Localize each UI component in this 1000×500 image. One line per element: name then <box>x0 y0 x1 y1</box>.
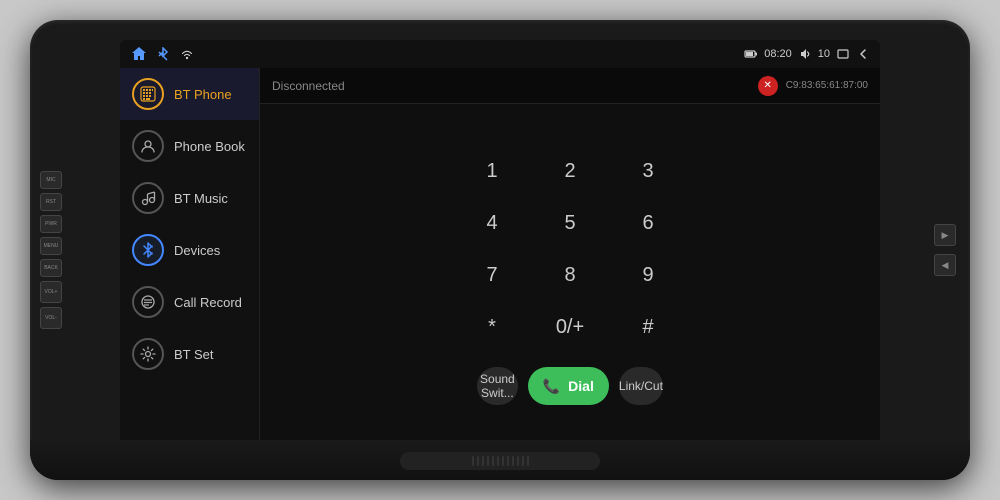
bt-phone-icon <box>132 78 164 110</box>
main-screen: 08:20 10 <box>120 40 880 460</box>
phone-book-label: Phone Book <box>174 139 245 154</box>
phone-book-icon <box>132 130 164 162</box>
call-record-label: Call Record <box>174 295 242 310</box>
vol-up-button[interactable]: VOL+ <box>40 281 62 303</box>
right-btn-1[interactable]: ▶ <box>934 224 956 246</box>
car-unit: MIC RST PWR MENU BACK VOL+ VOL- <box>30 20 970 480</box>
key-hash[interactable]: # <box>613 305 683 349</box>
car-bottom-decoration <box>30 440 970 480</box>
devices-icon <box>132 234 164 266</box>
volume-icon <box>798 47 812 61</box>
devices-label: Devices <box>174 243 220 258</box>
side-buttons-left: MIC RST PWR MENU BACK VOL+ VOL- <box>40 171 62 329</box>
key-6[interactable]: 6 <box>613 201 683 245</box>
bluetooth-status-icon <box>154 45 172 63</box>
time-display: 08:20 <box>764 48 792 60</box>
key-3[interactable]: 3 <box>613 149 683 193</box>
mic-button[interactable]: MIC <box>40 171 62 189</box>
key-star[interactable]: * <box>457 305 527 349</box>
sidebar-item-bt-phone[interactable]: BT Phone <box>120 68 259 120</box>
bt-music-icon <box>132 182 164 214</box>
dial-button[interactable]: 📞 Dial <box>528 367 609 405</box>
header-right: ✕ C9:83:65:61:87:00 <box>758 76 868 96</box>
key-8[interactable]: 8 <box>535 253 605 297</box>
side-right-buttons: ▶ ◀ <box>934 224 956 276</box>
home-icon[interactable] <box>130 45 148 63</box>
bt-set-label: BT Set <box>174 347 214 362</box>
connection-status: Disconnected <box>272 79 345 93</box>
status-right: 08:20 10 <box>744 47 870 61</box>
car-vent <box>400 452 600 470</box>
phone-dial-icon: 📞 <box>543 378 560 395</box>
header-bar: Disconnected ✕ C9:83:65:61:87:00 <box>260 68 880 104</box>
window-icon <box>836 47 850 61</box>
bt-set-icon <box>132 338 164 370</box>
back-button[interactable]: BACK <box>40 259 62 277</box>
sidebar-item-phone-book[interactable]: Phone Book <box>120 120 259 172</box>
pwr-button[interactable]: PWR <box>40 215 62 233</box>
numpad-area: 1 2 3 4 5 6 7 8 9 * 0/+ # <box>260 104 880 460</box>
key-9[interactable]: 9 <box>613 253 683 297</box>
sidebar-item-devices[interactable]: Devices <box>120 224 259 276</box>
sidebar-item-bt-set[interactable]: BT Set <box>120 328 259 380</box>
wifi-icon <box>178 45 196 63</box>
back-nav-icon[interactable] <box>856 47 870 61</box>
vol-down-button[interactable]: VOL- <box>40 307 62 329</box>
menu-button[interactable]: MENU <box>40 237 62 255</box>
battery-icon <box>744 47 758 61</box>
right-panel: Disconnected ✕ C9:83:65:61:87:00 1 2 3 4… <box>260 68 880 460</box>
key-7[interactable]: 7 <box>457 253 527 297</box>
right-btn-2[interactable]: ◀ <box>934 254 956 276</box>
volume-level: 10 <box>818 48 830 60</box>
bt-music-label: BT Music <box>174 191 228 206</box>
call-record-icon <box>132 286 164 318</box>
bottom-buttons: Sound Swit... 📞 Dial Link/Cut <box>465 361 675 415</box>
main-content: BT Phone Phone Book <box>120 68 880 460</box>
numpad-grid: 1 2 3 4 5 6 7 8 9 * 0/+ # <box>457 149 683 349</box>
device-id: C9:83:65:61:87:00 <box>786 80 868 91</box>
status-bar: 08:20 10 <box>120 40 880 68</box>
key-1[interactable]: 1 <box>457 149 527 193</box>
key-4[interactable]: 4 <box>457 201 527 245</box>
sidebar: BT Phone Phone Book <box>120 68 260 460</box>
status-left <box>130 45 196 63</box>
key-5[interactable]: 5 <box>535 201 605 245</box>
bt-phone-label: BT Phone <box>174 87 232 102</box>
rst-button[interactable]: RST <box>40 193 62 211</box>
close-button[interactable]: ✕ <box>758 76 778 96</box>
sidebar-item-call-record[interactable]: Call Record <box>120 276 259 328</box>
sound-switch-button[interactable]: Sound Swit... <box>477 367 518 405</box>
key-0-plus[interactable]: 0/+ <box>535 305 605 349</box>
link-cut-button[interactable]: Link/Cut <box>619 367 663 405</box>
key-2[interactable]: 2 <box>535 149 605 193</box>
sidebar-item-bt-music[interactable]: BT Music <box>120 172 259 224</box>
